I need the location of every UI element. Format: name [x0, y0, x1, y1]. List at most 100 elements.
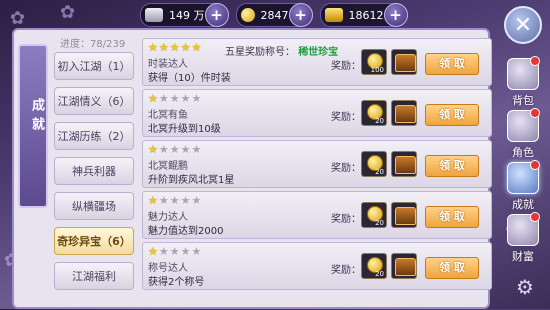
star-filled-icon: ★	[180, 41, 191, 54]
side-navigation: 背包 角色 成就 财富	[500, 56, 546, 266]
notification-dot	[530, 56, 540, 66]
achievement-desc: 获得2个称号	[148, 277, 205, 288]
chest-reward-slot[interactable]	[391, 49, 417, 75]
star-filled-icon: ★	[191, 41, 202, 54]
category-list: 初入江湖（1） 江湖情义（6） 江湖历练（2） 神兵利器 纵横疆场 奇珍异宝（6…	[54, 52, 134, 297]
side-tab-label: 财富	[512, 250, 534, 263]
star-rating: ★ ★ ★ ★ ★	[148, 245, 201, 258]
star-filled-icon: ★	[148, 143, 158, 156]
resource-bar: 149 万 + 2847 + 18612 +	[140, 3, 408, 27]
side-tab-wealth[interactable]: 财富	[500, 212, 546, 263]
star-empty-icon: ★	[191, 194, 202, 207]
coin-quantity: 20	[375, 117, 384, 125]
silver-resource: 149 万 +	[140, 3, 229, 27]
title-note-label: 五星奖励称号：	[225, 47, 295, 58]
category-tab[interactable]: 江湖历练（2）	[54, 122, 134, 150]
treasure-chest-icon	[395, 258, 416, 276]
star-rating: ★ ★ ★ ★ ★	[148, 41, 201, 54]
star-filled-icon: ★	[148, 92, 158, 105]
gold-coin-icon	[240, 8, 255, 22]
add-silver-button[interactable]: +	[204, 3, 229, 27]
coin-reward-slot[interactable]: 20	[361, 100, 387, 126]
goldbar-resource: 18612 +	[319, 3, 408, 27]
star-empty-icon: ★	[191, 143, 202, 156]
achievement-name: 称号达人	[148, 263, 188, 274]
reward-label: 奖励：	[331, 112, 361, 123]
side-tab-achievement[interactable]: 成就	[500, 160, 546, 211]
chest-reward-slot[interactable]	[391, 100, 417, 126]
star-empty-icon: ★	[158, 143, 169, 156]
achievement-desc: 北冥升级到10级	[148, 124, 221, 135]
achievement-name: 时装达人	[148, 59, 188, 70]
coin-quantity: 20	[375, 219, 384, 227]
side-tab-bag[interactable]: 背包	[500, 56, 546, 107]
achievement-banner: 成就	[18, 44, 48, 208]
category-tab[interactable]: 初入江湖（1）	[54, 52, 134, 80]
coin-quantity: 20	[375, 168, 384, 176]
achievement-name: 北冥有鱼	[148, 110, 188, 121]
claim-button[interactable]: 领 取	[425, 53, 479, 75]
star-empty-icon: ★	[169, 143, 180, 156]
achievement-row: ★ ★ ★ ★ ★ 北冥鲲鹏 升阶到疾风北冥1星 奖励： 20 领 取	[142, 140, 492, 188]
achievement-name: 魅力达人	[148, 212, 188, 223]
achievement-name: 北冥鲲鹏	[148, 161, 188, 172]
category-tab[interactable]: 江湖情义（6）	[54, 87, 134, 115]
category-tab[interactable]: 江湖福利	[54, 262, 134, 290]
progress-text: 进度：78/239	[60, 39, 126, 50]
coin-reward-slot[interactable]: 100	[361, 49, 387, 75]
star-filled-icon: ★	[148, 194, 158, 207]
claim-button[interactable]: 领 取	[425, 155, 479, 177]
side-tab-label: 成就	[512, 198, 534, 211]
star-rating: ★ ★ ★ ★ ★	[148, 92, 201, 105]
coin-reward-slot[interactable]: 20	[361, 253, 387, 279]
star-empty-icon: ★	[158, 92, 169, 105]
coin-reward-slot[interactable]: 20	[361, 151, 387, 177]
add-goldbar-button[interactable]: +	[383, 3, 408, 27]
close-icon: ✕	[513, 12, 533, 38]
category-tab[interactable]: 神兵利器	[54, 157, 134, 185]
star-empty-icon: ★	[169, 92, 180, 105]
side-tab-character[interactable]: 角色	[500, 108, 546, 159]
achievement-panel: 成就 进度：78/239 初入江湖（1） 江湖情义（6） 江湖历练（2） 神兵利…	[12, 28, 492, 309]
star-empty-icon: ★	[180, 143, 191, 156]
chest-reward-slot[interactable]	[391, 253, 417, 279]
coin-quantity: 20	[375, 270, 384, 278]
achievement-row: ★ ★ ★ ★ ★ 五星奖励称号： 稀世珍宝 时装达人 获得（10）件时装 奖励： 10…	[142, 38, 492, 86]
achievement-row: ★ ★ ★ ★ ★ 称号达人 获得2个称号 奖励： 20 领 取	[142, 242, 492, 290]
chest-reward-slot[interactable]	[391, 202, 417, 228]
reward-label: 奖励：	[331, 163, 361, 174]
coin-reward-slot[interactable]: 20	[361, 202, 387, 228]
treasure-chest-icon	[395, 54, 416, 72]
star-filled-icon: ★	[148, 41, 158, 54]
achievement-desc: 魅力值达到2000	[148, 226, 224, 237]
silver-icon	[145, 8, 163, 22]
add-gold-button[interactable]: +	[288, 3, 313, 27]
treasure-chest-icon	[395, 156, 416, 174]
coin-quantity: 100	[370, 66, 384, 74]
star-filled-icon: ★	[148, 245, 158, 258]
treasure-chest-icon	[395, 105, 416, 123]
category-tab[interactable]: 纵横疆场	[54, 192, 134, 220]
reward-label: 奖励：	[331, 265, 361, 276]
claim-button[interactable]: 领 取	[425, 206, 479, 228]
gold-resource: 2847 +	[235, 3, 313, 27]
blossom-decoration: ✿	[60, 2, 76, 23]
side-tab-label: 背包	[512, 94, 534, 107]
claim-button[interactable]: 领 取	[425, 257, 479, 279]
achievement-desc: 升阶到疾风北冥1星	[148, 175, 235, 186]
close-button[interactable]: ✕	[504, 6, 542, 44]
star-empty-icon: ★	[158, 194, 169, 207]
claim-button[interactable]: 领 取	[425, 104, 479, 126]
category-tab-active[interactable]: 奇珍异宝（6）	[54, 227, 134, 255]
star-empty-icon: ★	[158, 245, 169, 258]
star-empty-icon: ★	[180, 245, 191, 258]
star-empty-icon: ★	[169, 245, 180, 258]
blossom-decoration: ✿	[10, 8, 26, 29]
chest-reward-slot[interactable]	[391, 151, 417, 177]
gold-bar-icon	[324, 8, 343, 22]
notification-dot	[530, 160, 540, 170]
star-empty-icon: ★	[169, 194, 180, 207]
notification-dot	[530, 108, 540, 118]
settings-gear-icon[interactable]: ⚙	[516, 277, 536, 297]
star-rating: ★ ★ ★ ★ ★	[148, 194, 201, 207]
